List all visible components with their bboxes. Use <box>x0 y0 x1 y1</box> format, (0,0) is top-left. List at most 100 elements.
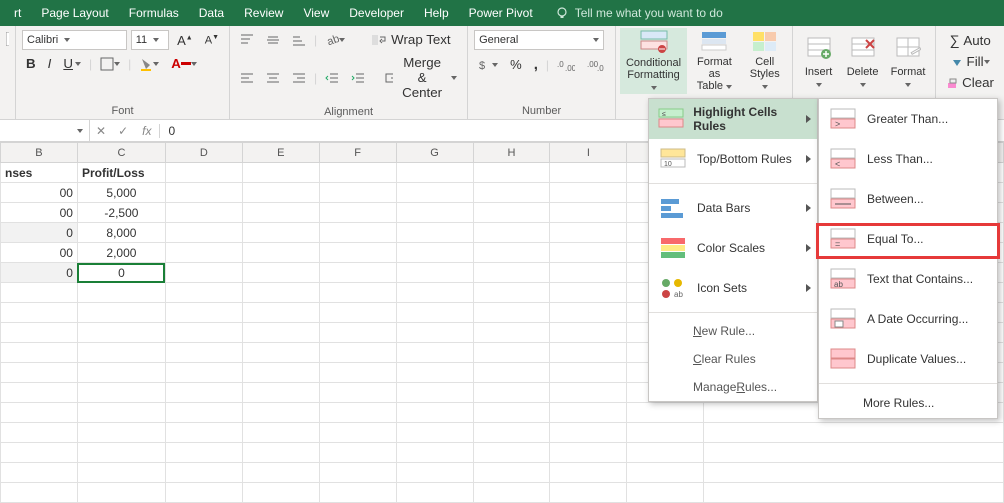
cell[interactable] <box>396 323 473 343</box>
cancel-formula-icon[interactable]: ✕ <box>90 124 112 138</box>
tell-me-search[interactable]: Tell me what you want to do <box>555 6 723 20</box>
cell[interactable] <box>77 443 165 463</box>
align-center-icon[interactable] <box>262 69 284 87</box>
cell[interactable] <box>1 383 78 403</box>
cell[interactable] <box>242 263 319 283</box>
cell[interactable]: -2,500 <box>77 203 165 223</box>
cell[interactable] <box>165 343 242 363</box>
cell[interactable] <box>473 383 550 403</box>
cell[interactable] <box>473 343 550 363</box>
cell[interactable] <box>242 363 319 383</box>
cell[interactable]: Profit/Loss <box>77 163 165 183</box>
col-header-h[interactable]: H <box>473 143 550 163</box>
cell[interactable] <box>165 443 242 463</box>
cell[interactable] <box>77 283 165 303</box>
cell[interactable] <box>1 323 78 343</box>
col-header-c[interactable]: C <box>77 143 165 163</box>
menu-new-rule[interactable]: New Rule... <box>649 317 817 345</box>
cell[interactable] <box>396 243 473 263</box>
cell[interactable]: 0 <box>1 223 78 243</box>
cell[interactable] <box>165 303 242 323</box>
cell[interactable] <box>550 263 627 283</box>
submenu-equal-to[interactable]: = Equal To... <box>819 219 997 259</box>
font-name-dropdown[interactable]: Calibri <box>22 30 127 50</box>
cell[interactable] <box>704 423 1004 443</box>
name-box[interactable] <box>0 120 90 141</box>
align-top-icon[interactable] <box>236 31 258 49</box>
cell[interactable] <box>77 423 165 443</box>
menu-highlight-cells-rules[interactable]: ≤ Highlight Cells Rules <box>649 99 817 139</box>
cell[interactable]: 00 <box>1 203 78 223</box>
fill-color-button[interactable] <box>135 55 163 73</box>
submenu-between[interactable]: Between... <box>819 179 997 219</box>
tab-data[interactable]: Data <box>189 0 234 26</box>
cell[interactable] <box>319 423 396 443</box>
cell[interactable] <box>396 183 473 203</box>
cell[interactable] <box>627 403 704 423</box>
cell[interactable] <box>242 183 319 203</box>
border-button[interactable] <box>96 55 124 73</box>
cell[interactable] <box>396 343 473 363</box>
cell[interactable] <box>319 463 396 483</box>
cell[interactable] <box>242 223 319 243</box>
merge-center-button[interactable]: Merge & Center <box>381 53 462 102</box>
col-header-f[interactable]: F <box>319 143 396 163</box>
submenu-date-occurring[interactable]: A Date Occurring... <box>819 299 997 339</box>
font-size-dropdown[interactable]: 11 <box>131 30 169 50</box>
cell[interactable] <box>165 203 242 223</box>
cell[interactable] <box>165 223 242 243</box>
fx-icon[interactable]: fx <box>134 124 160 138</box>
enter-formula-icon[interactable]: ✓ <box>112 124 134 138</box>
accounting-format-icon[interactable]: $ <box>474 56 502 74</box>
decrease-decimal-icon[interactable]: .00.0 <box>583 56 609 74</box>
menu-manage-rules[interactable]: Manage Rules... <box>649 373 817 401</box>
cell[interactable] <box>165 183 242 203</box>
cell[interactable] <box>704 483 1004 503</box>
cell[interactable] <box>242 203 319 223</box>
cell[interactable] <box>473 163 550 183</box>
cell-selected[interactable]: 0 <box>77 263 165 283</box>
cell[interactable] <box>550 463 627 483</box>
cell[interactable] <box>627 463 704 483</box>
cell[interactable] <box>242 343 319 363</box>
cell[interactable] <box>319 283 396 303</box>
cell[interactable]: 8,000 <box>77 223 165 243</box>
menu-data-bars[interactable]: Data Bars <box>649 188 817 228</box>
cell[interactable] <box>165 263 242 283</box>
clear-button[interactable]: Clear <box>942 73 998 92</box>
menu-top-bottom-rules[interactable]: 10 Top/Bottom Rules <box>649 139 817 179</box>
cell[interactable] <box>165 483 242 503</box>
menu-color-scales[interactable]: Color Scales <box>649 228 817 268</box>
cell[interactable] <box>550 363 627 383</box>
cell[interactable] <box>319 163 396 183</box>
tab-power-pivot[interactable]: Power Pivot <box>459 0 543 26</box>
cell[interactable] <box>1 443 78 463</box>
format-cells-button[interactable]: Format <box>885 28 932 94</box>
number-format-dropdown[interactable]: General <box>474 30 604 50</box>
decrease-indent-icon[interactable] <box>321 69 343 87</box>
cell[interactable] <box>396 263 473 283</box>
submenu-duplicate-values[interactable]: Duplicate Values... <box>819 339 997 379</box>
tab-view[interactable]: View <box>293 0 339 26</box>
cell[interactable] <box>77 383 165 403</box>
cell[interactable]: 00 <box>1 183 78 203</box>
cell[interactable]: 0 <box>1 263 78 283</box>
submenu-more-rules[interactable]: More Rules... <box>819 388 997 418</box>
cell[interactable] <box>396 403 473 423</box>
cell[interactable] <box>1 463 78 483</box>
cell[interactable] <box>165 423 242 443</box>
cell[interactable] <box>550 303 627 323</box>
cell[interactable] <box>242 163 319 183</box>
cell[interactable] <box>396 223 473 243</box>
cell[interactable] <box>473 323 550 343</box>
font-color-button[interactable]: A <box>167 54 201 73</box>
cell[interactable] <box>473 283 550 303</box>
cell[interactable] <box>165 463 242 483</box>
col-header-e[interactable]: E <box>242 143 319 163</box>
cell[interactable] <box>319 323 396 343</box>
cell[interactable] <box>396 483 473 503</box>
percent-format-icon[interactable]: % <box>506 55 526 74</box>
cell[interactable] <box>242 483 319 503</box>
cell[interactable] <box>396 303 473 323</box>
cell[interactable] <box>550 183 627 203</box>
